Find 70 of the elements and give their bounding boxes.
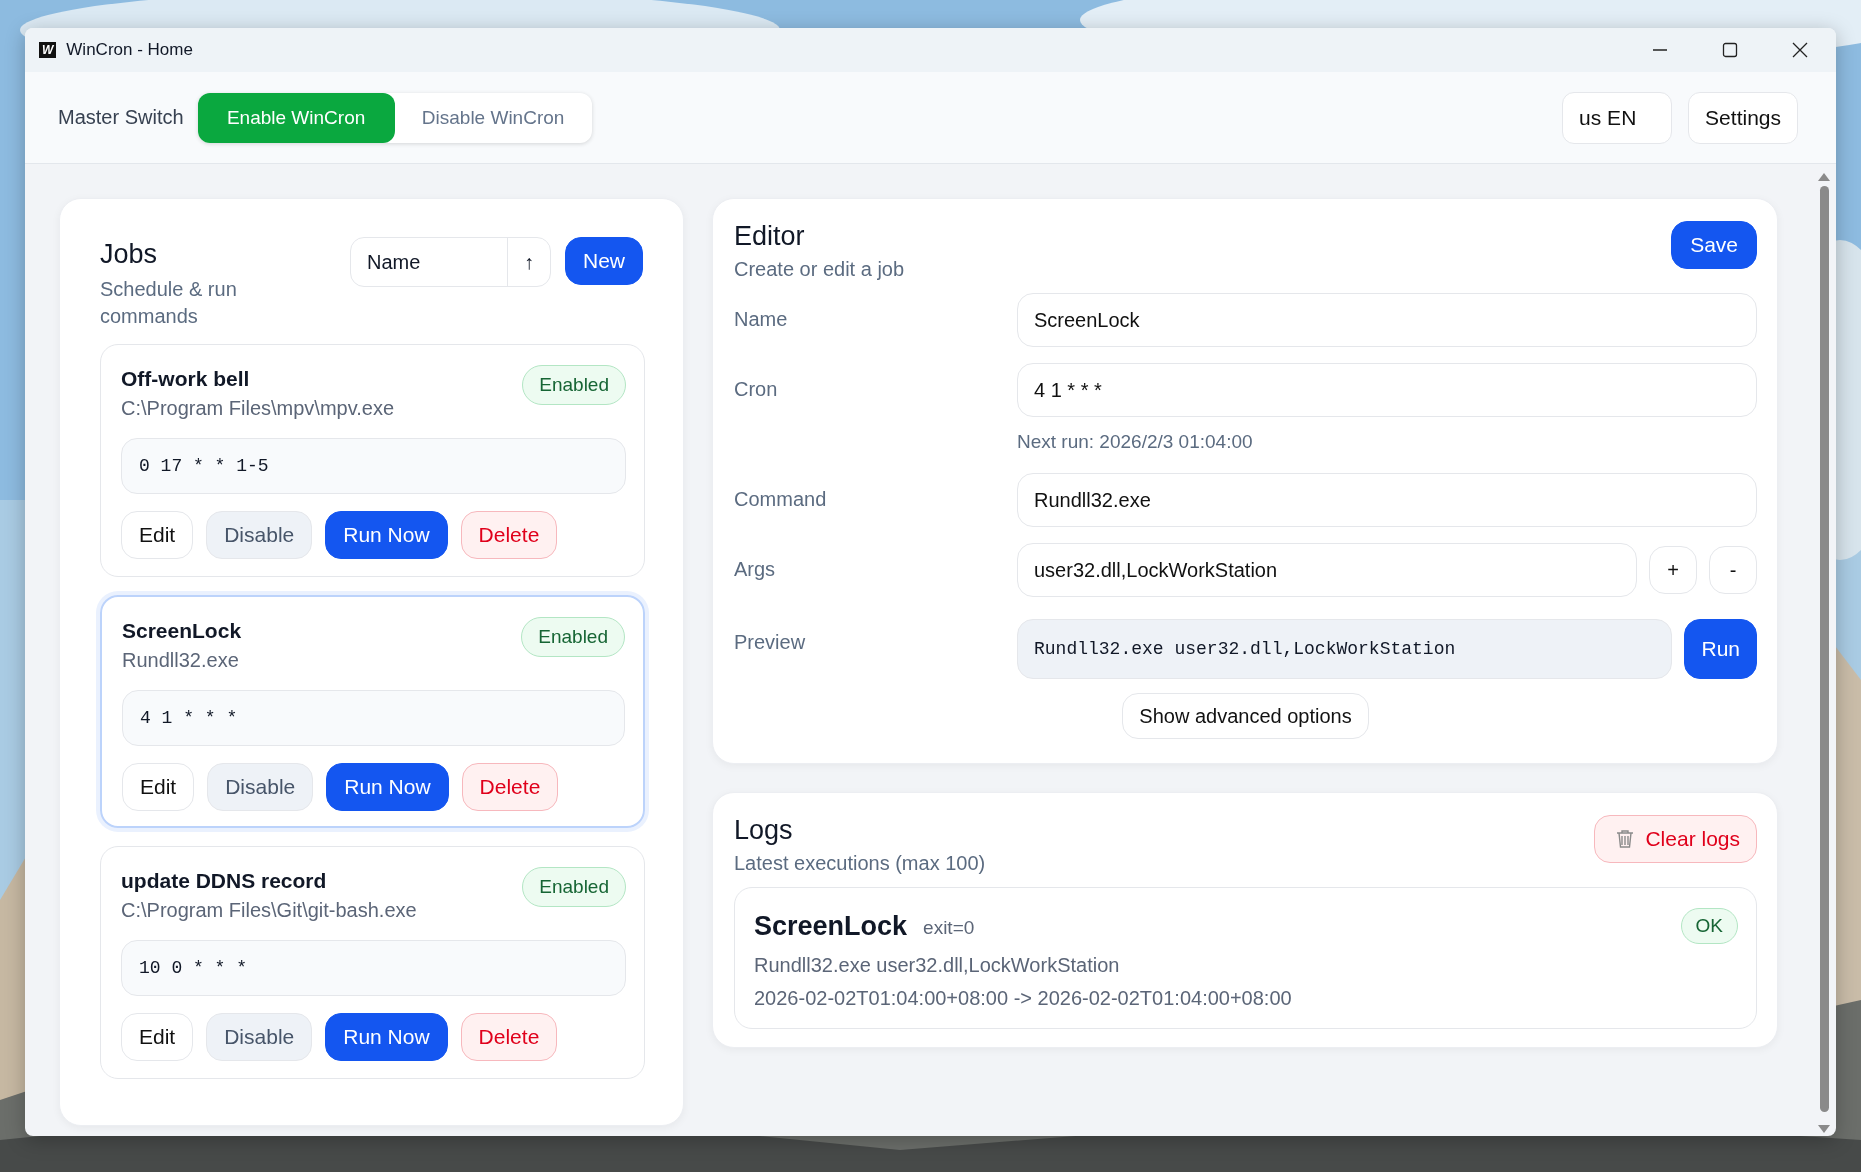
master-switch-option[interactable]: Disable WinCron xyxy=(394,92,592,143)
scroll-down-icon[interactable] xyxy=(1817,1124,1831,1134)
job-card[interactable]: Off-work bell C:\Program Files\mpv\mpv.exe Enabled 0 17 * * 1-5 Edit Disable Run Now Delete xyxy=(100,344,645,577)
window-title: WinCron - Home xyxy=(66,40,193,60)
run-button[interactable]: Run xyxy=(1684,619,1757,679)
input-field[interactable]: ScreenLock xyxy=(1017,293,1757,347)
remove-arg-button[interactable]: - xyxy=(1709,546,1757,594)
delete-button[interactable]: Delete xyxy=(460,511,558,559)
job-card[interactable]: update DDNS record C:\Program Files\Git\git-bash.exe Enabled 10 0 * * * Edit Disable Run Now Delete xyxy=(100,846,645,1079)
sort-field[interactable]: Name xyxy=(351,250,507,274)
panel-title: Editor xyxy=(734,221,806,252)
sort-direction-button[interactable]: ↑ xyxy=(507,238,550,286)
status-badge: Enabled xyxy=(522,365,626,405)
run-now-button[interactable]: Run Now xyxy=(326,763,449,811)
delete-button[interactable]: Delete xyxy=(461,763,559,811)
run-now-button[interactable]: Run Now xyxy=(325,511,448,559)
trash-icon xyxy=(1615,829,1636,849)
status-badge: Enabled xyxy=(522,867,626,907)
field-label: Args xyxy=(734,557,777,581)
field-label: Preview xyxy=(734,630,807,654)
job-command: C:\Program Files\mpv\mpv.exe xyxy=(121,397,395,420)
input-field[interactable]: Rundll32.exe xyxy=(1017,473,1757,527)
field-label: Command xyxy=(734,487,828,511)
log-job-name: ScreenLock xyxy=(754,910,908,942)
disable-button[interactable]: Disable xyxy=(207,763,314,811)
panel-subtitle: Latest executions (max 100) xyxy=(734,852,986,875)
run-now-button[interactable]: Run Now xyxy=(325,1013,448,1061)
field-label: Cron xyxy=(734,377,779,401)
job-name: ScreenLock xyxy=(122,619,242,643)
log-command: Rundll32.exe user32.dll,LockWorkStation xyxy=(754,954,1121,977)
disable-button[interactable]: Disable xyxy=(206,1013,313,1061)
input-field[interactable]: 4 1 * * * xyxy=(1017,363,1757,417)
cron-expression: 0 17 * * 1-5 xyxy=(121,438,626,494)
disable-button[interactable]: Disable xyxy=(206,511,313,559)
app-logo: W xyxy=(39,42,57,58)
new-button[interactable]: New xyxy=(565,237,643,285)
scrollbar-thumb[interactable] xyxy=(1819,186,1829,1112)
scroll-up-icon[interactable] xyxy=(1817,172,1831,182)
edit-button[interactable]: Edit xyxy=(122,763,195,811)
master-switch-label: Master Switch xyxy=(58,106,184,129)
panel-title: Jobs xyxy=(100,239,159,270)
command-preview: Rundll32.exe user32.dll,LockWorkStation xyxy=(1017,619,1673,679)
input-field[interactable]: user32.dll,LockWorkStation xyxy=(1017,543,1637,597)
sort-control[interactable]: Name ↑ xyxy=(350,237,551,287)
next-run-hint: Next run: 2026/2/3 01:04:00 xyxy=(1017,431,1254,453)
delete-button[interactable]: Delete xyxy=(460,1013,558,1061)
status-badge: Enabled xyxy=(521,617,625,657)
exit-code: exit=0 xyxy=(923,917,975,939)
cron-expression: 10 0 * * * xyxy=(121,940,626,996)
job-command: C:\Program Files\Git\git-bash.exe xyxy=(121,899,417,922)
job-name: Off-work bell xyxy=(121,367,251,391)
advanced-options-button[interactable]: Show advanced options xyxy=(1122,693,1369,739)
edit-button[interactable]: Edit xyxy=(121,1013,194,1061)
log-time-range: 2026-02-02T01:04:00+08:00 -> 2026-02-02T01:04:00+08:00 xyxy=(754,987,1293,1010)
settings-button[interactable]: Settings xyxy=(1688,91,1798,144)
job-command: Rundll32.exe xyxy=(122,649,240,672)
status-badge: OK xyxy=(1680,908,1738,944)
panel-title: Logs xyxy=(734,815,794,846)
edit-button[interactable]: Edit xyxy=(121,511,194,559)
save-button[interactable]: Save xyxy=(1671,221,1757,269)
close-icon[interactable] xyxy=(1792,42,1808,58)
add-arg-button[interactable]: + xyxy=(1649,546,1697,594)
field-label: Name xyxy=(734,307,789,331)
language-button[interactable]: us EN xyxy=(1562,91,1673,144)
maximize-icon[interactable] xyxy=(1722,42,1738,58)
cron-expression: 4 1 * * * xyxy=(122,690,625,746)
panel-subtitle: Create or edit a job xyxy=(734,258,905,281)
job-name: update DDNS record xyxy=(121,869,328,893)
panel-subtitle: Schedule & run commands xyxy=(100,277,238,329)
clear-logs-button[interactable]: Clear logs xyxy=(1594,815,1757,863)
